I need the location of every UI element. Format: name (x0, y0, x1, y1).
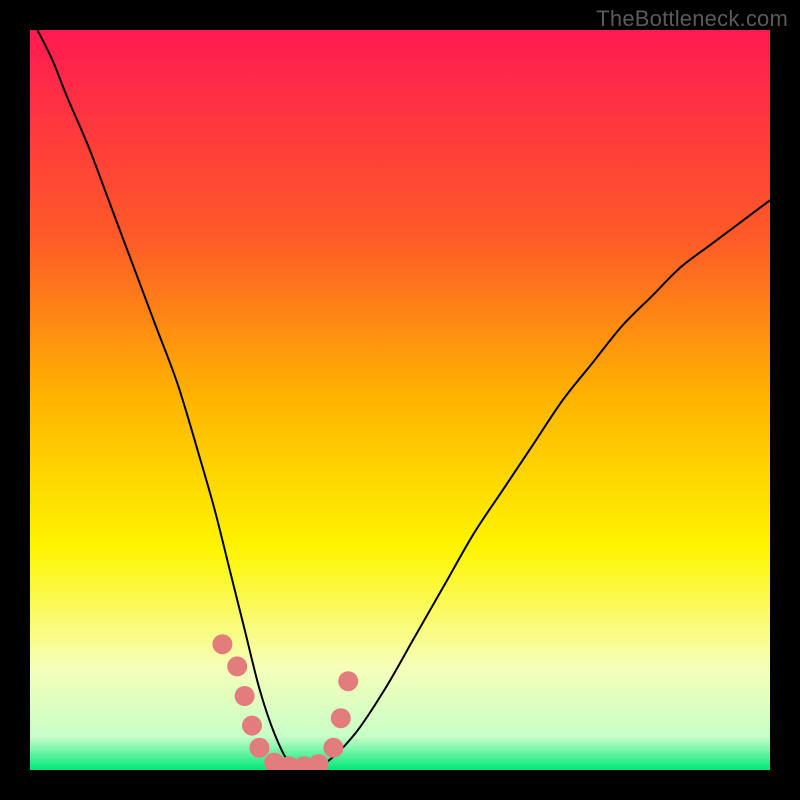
trough-dot (249, 738, 269, 758)
trough-dot (227, 656, 247, 676)
watermark: TheBottleneck.com (596, 6, 788, 32)
trough-dot (235, 686, 255, 706)
trough-dots (212, 634, 358, 770)
trough-dot (323, 738, 343, 758)
trough-dot (212, 634, 232, 654)
trough-dot (242, 716, 262, 736)
trough-dot (309, 754, 329, 770)
trough-dot (338, 671, 358, 691)
chart-svg (30, 30, 770, 770)
plot-frame (30, 30, 770, 770)
trough-dot (331, 708, 351, 728)
valley-curve (37, 30, 770, 770)
